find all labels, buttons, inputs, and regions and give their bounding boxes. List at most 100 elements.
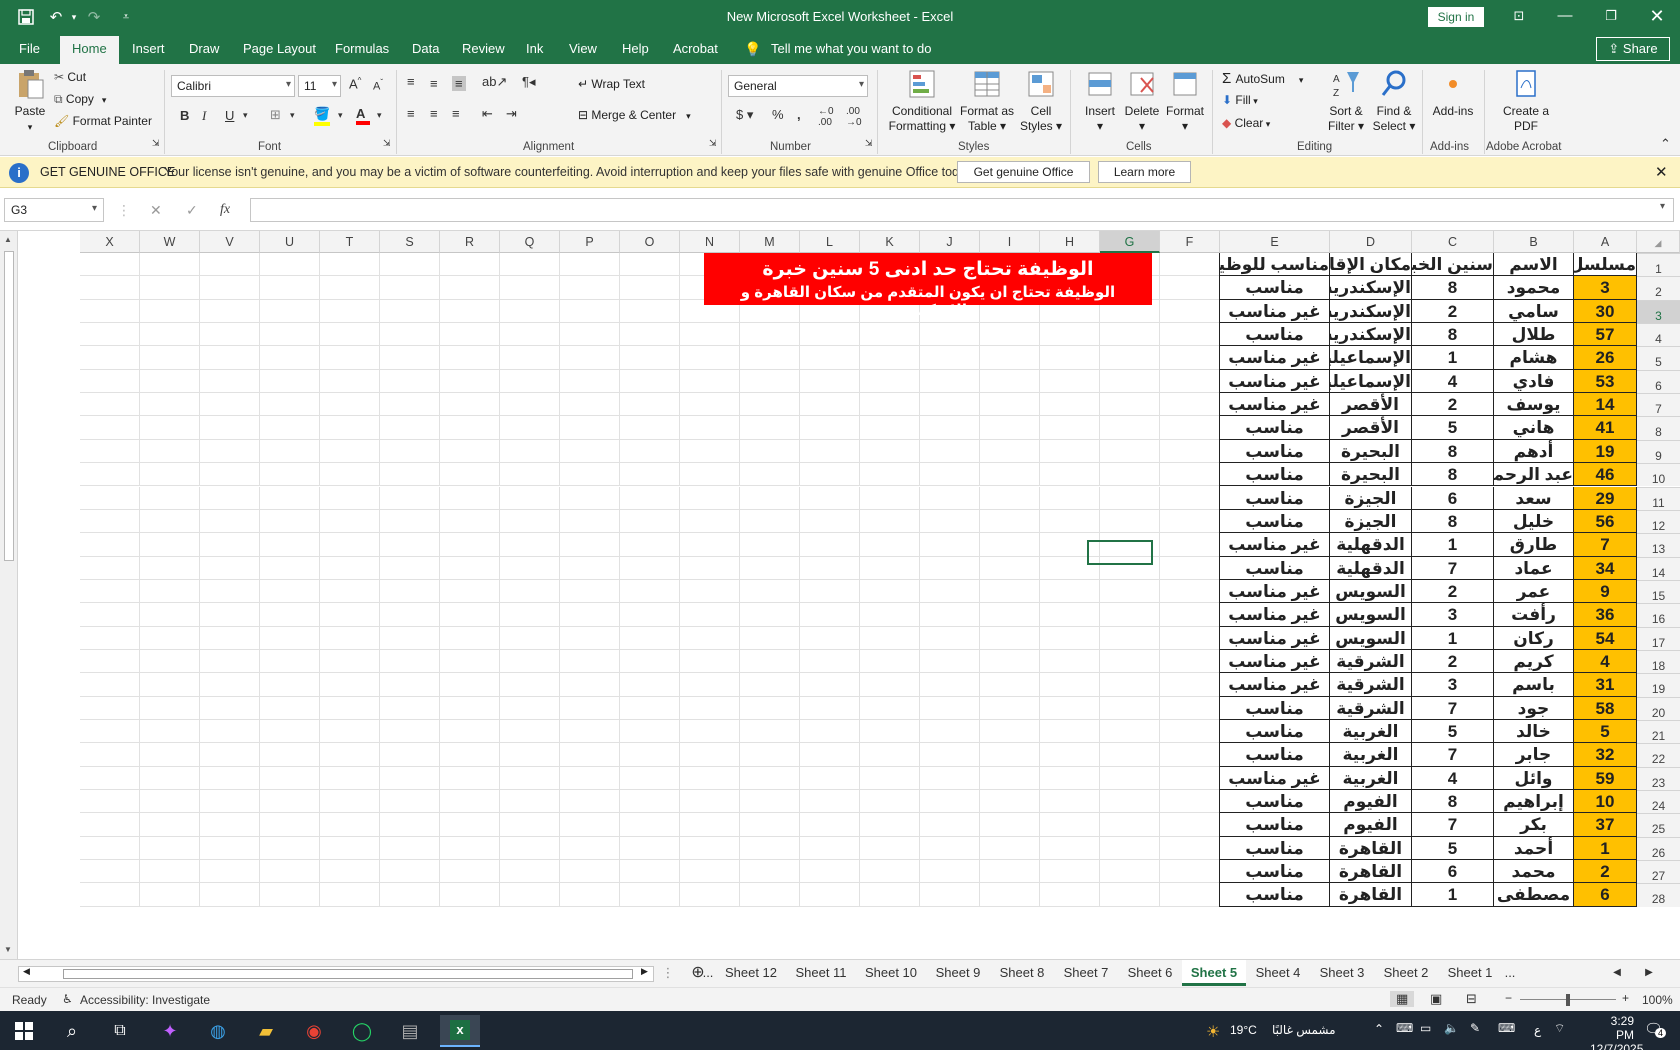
table-cell[interactable]: الغربية <box>1330 720 1412 744</box>
cell[interactable] <box>80 790 140 814</box>
cell[interactable] <box>740 860 800 884</box>
row-header-2[interactable]: 2 <box>1637 276 1680 300</box>
cell[interactable] <box>500 556 560 580</box>
cell[interactable] <box>320 836 380 861</box>
paste-button[interactable]: Paste ▾ <box>10 68 50 135</box>
cell[interactable] <box>980 696 1040 720</box>
cell[interactable] <box>680 860 740 884</box>
table-cell[interactable]: خليل <box>1494 509 1574 534</box>
cell[interactable] <box>860 323 920 347</box>
cell[interactable] <box>740 509 800 534</box>
cell[interactable] <box>620 720 680 744</box>
column-header-d[interactable]: D <box>1330 231 1412 253</box>
cell[interactable] <box>440 813 500 837</box>
sign-in-button[interactable]: Sign in <box>1428 7 1484 27</box>
decrease-decimal-icon[interactable]: .00 →0 <box>846 106 862 128</box>
delete-cells-button[interactable]: Delete ▾ <box>1120 68 1164 134</box>
cell[interactable] <box>800 486 860 510</box>
align-top-icon[interactable]: ≡ <box>407 74 415 89</box>
cell[interactable] <box>200 720 260 744</box>
cell[interactable] <box>320 253 380 277</box>
column-header-c[interactable]: C <box>1412 231 1494 253</box>
cell[interactable] <box>560 649 620 674</box>
cell[interactable] <box>980 486 1040 510</box>
more-sheets-button[interactable]: ... <box>700 960 716 986</box>
cell[interactable] <box>680 556 740 580</box>
cell[interactable] <box>680 533 740 557</box>
font-launcher-icon[interactable]: ⇲ <box>383 138 391 149</box>
row-header-18[interactable]: 18 <box>1637 649 1680 674</box>
cell[interactable] <box>380 883 440 907</box>
cell[interactable] <box>800 439 860 464</box>
cell[interactable] <box>80 416 140 440</box>
cell[interactable] <box>1160 813 1220 837</box>
cell[interactable] <box>1040 603 1100 627</box>
cell[interactable] <box>80 299 140 324</box>
row-header-14[interactable]: 14 <box>1637 556 1680 580</box>
edge-browser-icon[interactable]: ◍ <box>198 1015 238 1047</box>
cell[interactable] <box>500 836 560 861</box>
cell[interactable] <box>80 579 140 604</box>
cell[interactable] <box>980 463 1040 487</box>
cell[interactable] <box>740 579 800 604</box>
cell[interactable] <box>80 393 140 417</box>
table-cell[interactable]: 2 <box>1412 649 1494 674</box>
cell[interactable] <box>80 346 140 370</box>
table-cell[interactable]: غير مناسب <box>1220 626 1330 650</box>
cell[interactable] <box>200 766 260 791</box>
cell[interactable] <box>200 813 260 837</box>
insert-cells-button[interactable]: Insert ▾ <box>1078 68 1122 134</box>
table-cell[interactable]: القاهرة <box>1330 836 1412 861</box>
cell[interactable] <box>500 649 560 674</box>
cell[interactable] <box>1040 883 1100 907</box>
cell[interactable] <box>920 533 980 557</box>
cell[interactable] <box>560 299 620 324</box>
cell[interactable] <box>740 439 800 464</box>
table-cell[interactable]: مناسب <box>1220 790 1330 814</box>
table-cell[interactable]: 53 <box>1574 369 1637 394</box>
table-cell[interactable]: جابر <box>1494 743 1574 767</box>
cell[interactable] <box>1100 603 1160 627</box>
row-header-21[interactable]: 21 <box>1637 720 1680 744</box>
show-hidden-icons[interactable]: ⌃ <box>1374 1022 1384 1036</box>
zoom-level[interactable]: 100% <box>1642 993 1673 1007</box>
file-explorer-icon[interactable]: ▰ <box>246 1015 286 1047</box>
currency-icon[interactable]: $ ▾ <box>736 107 753 123</box>
table-cell[interactable]: 1 <box>1412 346 1494 370</box>
cell[interactable] <box>500 696 560 720</box>
cell[interactable] <box>200 509 260 534</box>
cell[interactable] <box>740 883 800 907</box>
cell[interactable] <box>380 369 440 394</box>
column-header-x[interactable]: X <box>80 231 140 253</box>
cell[interactable] <box>980 579 1040 604</box>
cell[interactable] <box>1100 790 1160 814</box>
table-cell[interactable]: غير مناسب <box>1220 649 1330 674</box>
number-launcher-icon[interactable]: ⇲ <box>865 138 873 149</box>
align-left-icon[interactable]: ≡ <box>407 106 415 121</box>
cell[interactable] <box>560 673 620 697</box>
cell[interactable] <box>200 369 260 394</box>
table-cell[interactable]: يوسف <box>1494 393 1574 417</box>
cell[interactable] <box>200 416 260 440</box>
cell[interactable] <box>620 346 680 370</box>
cell[interactable] <box>740 836 800 861</box>
cell[interactable] <box>920 346 980 370</box>
row-header-22[interactable]: 22 <box>1637 743 1680 767</box>
cell[interactable] <box>980 860 1040 884</box>
cell[interactable] <box>980 836 1040 861</box>
cell[interactable] <box>80 369 140 394</box>
cell[interactable] <box>140 509 200 534</box>
tab-insert[interactable]: Insert <box>132 41 165 56</box>
cancel-entry-icon[interactable]: ✕ <box>150 202 162 219</box>
align-bottom-icon[interactable]: ≡ <box>452 76 466 91</box>
column-header-k[interactable]: K <box>860 231 920 253</box>
underline-icon[interactable]: U <box>225 108 234 123</box>
sheet-tab[interactable]: Sheet 9 <box>926 960 990 986</box>
row-header-23[interactable]: 23 <box>1637 766 1680 791</box>
table-cell[interactable]: 26 <box>1574 346 1637 370</box>
cell[interactable] <box>320 439 380 464</box>
cell[interactable] <box>860 533 920 557</box>
cell[interactable] <box>680 720 740 744</box>
fill-button[interactable]: ⬇ Fill ▾ <box>1222 93 1258 107</box>
keyboard-icon[interactable]: ⌨ <box>1498 1021 1515 1035</box>
